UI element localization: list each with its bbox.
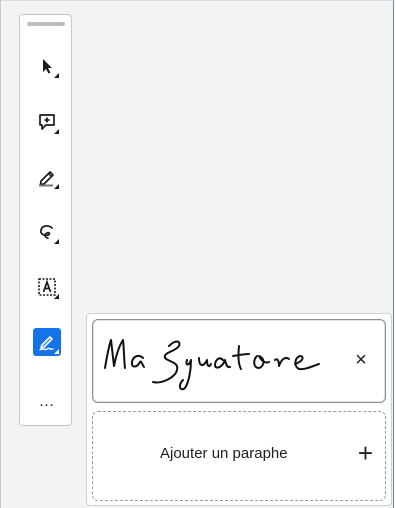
comment-tool-button[interactable]	[33, 108, 61, 136]
saved-signature-item[interactable]: ×	[92, 319, 386, 403]
sign-tool-button[interactable]	[33, 328, 61, 356]
draw-tool-button[interactable]	[33, 218, 61, 246]
submenu-indicator	[54, 73, 59, 78]
submenu-indicator	[54, 294, 59, 299]
submenu-indicator	[54, 129, 59, 134]
tools-toolbar: …	[19, 14, 72, 426]
select-tool-button[interactable]	[33, 52, 61, 80]
remove-signature-button[interactable]: ×	[351, 350, 371, 370]
add-initials-button[interactable]: Ajouter un paraphe +	[92, 411, 386, 501]
submenu-indicator	[54, 349, 59, 354]
add-initials-label: Ajouter un paraphe	[160, 445, 288, 462]
toolbar-drag-handle[interactable]	[27, 22, 65, 26]
signature-image	[104, 339, 320, 391]
plus-icon: +	[357, 438, 373, 468]
submenu-indicator	[54, 239, 59, 244]
highlight-tool-button[interactable]	[33, 163, 61, 191]
signature-popover: × Ajouter un paraphe +	[86, 313, 392, 506]
submenu-indicator	[54, 184, 59, 189]
text-select-tool-button[interactable]	[33, 273, 61, 301]
more-tools-button[interactable]: …	[33, 394, 61, 415]
